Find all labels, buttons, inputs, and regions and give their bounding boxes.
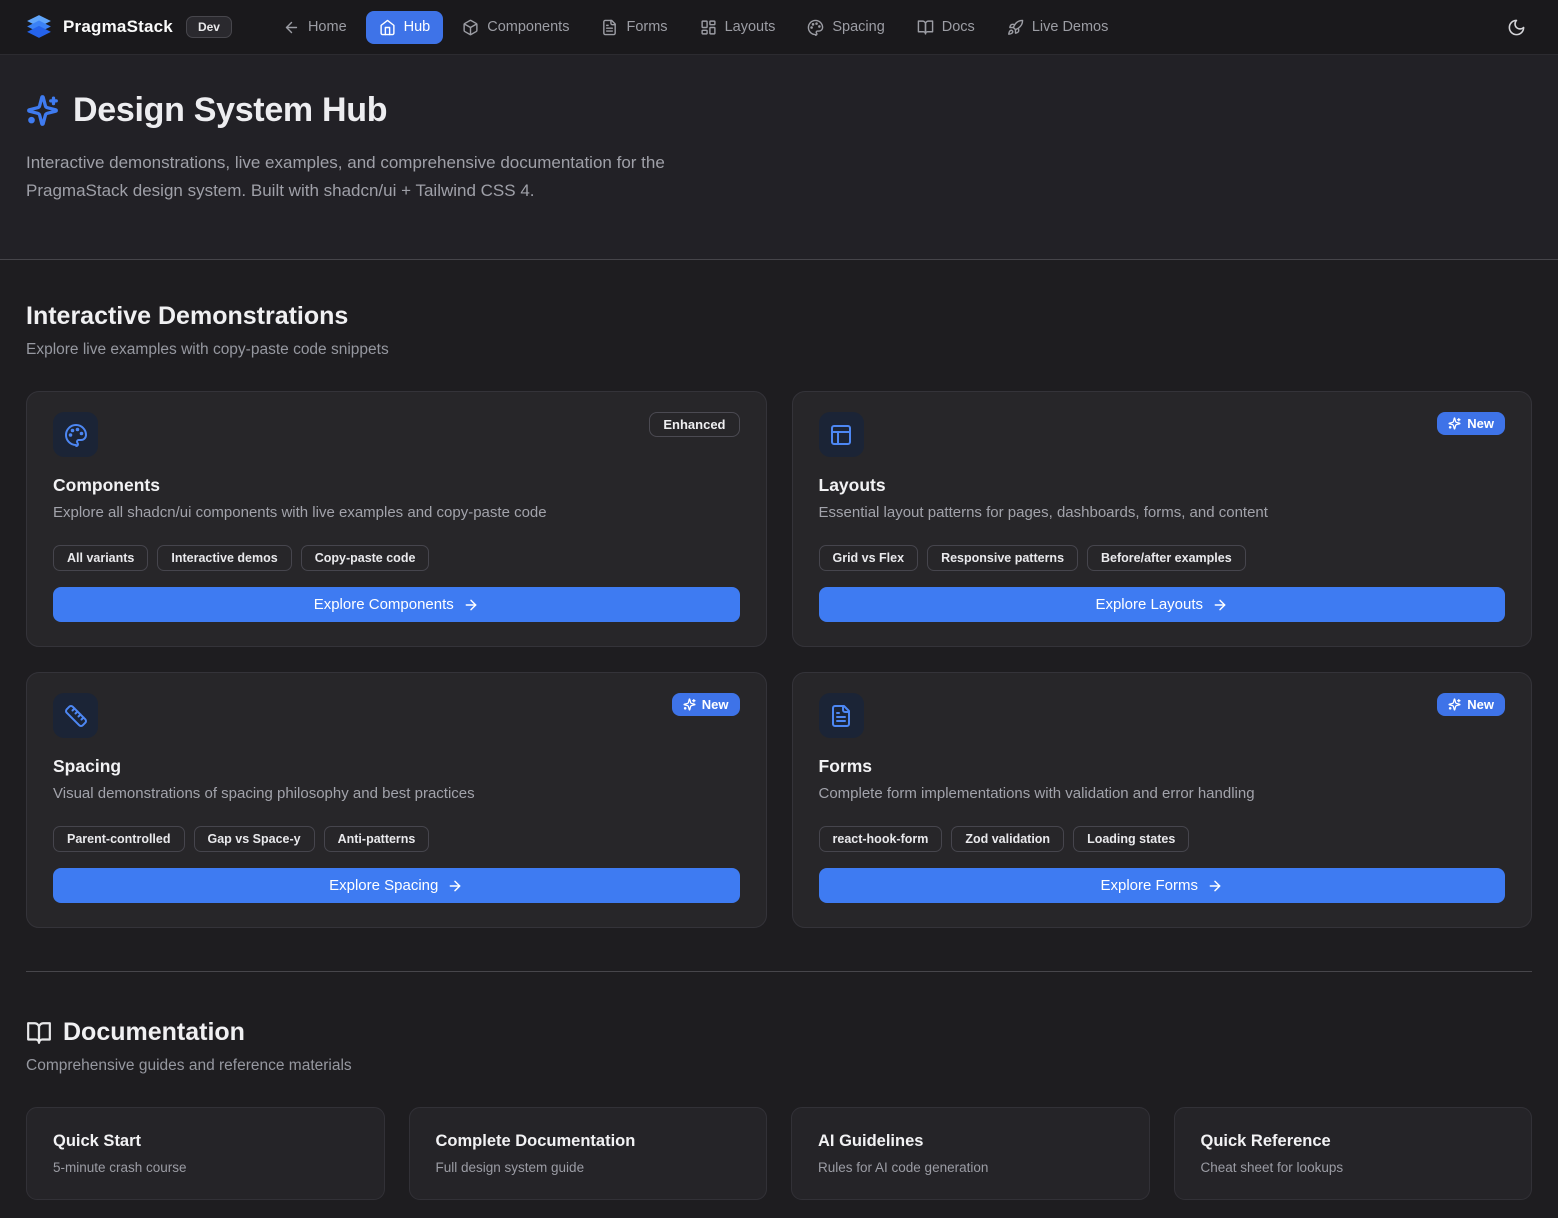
tag: Responsive patterns: [927, 545, 1078, 571]
sparkles-icon: [26, 94, 59, 127]
card-title: Spacing: [53, 756, 740, 777]
env-badge: Dev: [186, 16, 232, 38]
main-content: Interactive Demonstrations Explore live …: [0, 260, 1558, 1200]
explore-spacing-button[interactable]: Explore Spacing: [53, 868, 740, 903]
arrow-right-icon: [463, 597, 479, 613]
demos-subheading: Explore live examples with copy-paste co…: [26, 341, 1532, 359]
arrow-right-icon: [1207, 878, 1223, 894]
nav-item-home[interactable]: Home: [270, 11, 360, 44]
doc-card-quick-reference[interactable]: Quick Reference Cheat sheet for lookups: [1174, 1107, 1533, 1200]
doc-card-ai-guidelines[interactable]: AI Guidelines Rules for AI code generati…: [791, 1107, 1150, 1200]
enhanced-badge: Enhanced: [649, 412, 739, 437]
nav-item-layouts[interactable]: Layouts: [687, 11, 789, 44]
explore-forms-button[interactable]: Explore Forms: [819, 868, 1506, 903]
card-description: Visual demonstrations of spacing philoso…: [53, 785, 740, 802]
tag: Parent-controlled: [53, 826, 185, 852]
file-text-icon: [819, 693, 864, 738]
card-title: Components: [53, 475, 740, 496]
doc-card-grid: Quick Start 5-minute crash course Comple…: [26, 1107, 1532, 1200]
arrow-right-icon: [1212, 597, 1228, 613]
arrow-left-icon: [283, 19, 300, 36]
panels-top-left-icon: [819, 412, 864, 457]
explore-components-button[interactable]: Explore Components: [53, 587, 740, 622]
demos-section: Interactive Demonstrations Explore live …: [26, 260, 1532, 928]
demos-heading: Interactive Demonstrations: [26, 302, 1532, 331]
sparkles-icon: [1448, 417, 1461, 430]
doc-card-description: 5-minute crash course: [53, 1160, 358, 1175]
page-title: Design System Hub: [73, 91, 387, 130]
tag: Zod validation: [951, 826, 1064, 852]
home-icon: [379, 19, 396, 36]
demo-card-spacing: New Spacing Visual demonstrations of spa…: [26, 672, 767, 928]
rocket-icon: [1007, 19, 1024, 36]
tag: Gap vs Space-y: [194, 826, 315, 852]
tag-list: All variants Interactive demos Copy-past…: [53, 545, 740, 571]
tag: Copy-paste code: [301, 545, 430, 571]
page-subtitle: Interactive demonstrations, live example…: [26, 149, 771, 205]
brand[interactable]: PragmaStack Dev: [26, 14, 232, 40]
doc-card-description: Rules for AI code generation: [818, 1160, 1123, 1175]
main-nav: Home Hub Components Forms Layouts Spacin…: [270, 11, 1121, 44]
palette-icon: [807, 19, 824, 36]
tag: react-hook-form: [819, 826, 943, 852]
doc-card-title: AI Guidelines: [818, 1132, 1123, 1151]
box-icon: [462, 19, 479, 36]
demo-card-components: Enhanced Components Explore all shadcn/u…: [26, 391, 767, 647]
demo-card-forms: New Forms Complete form implementations …: [792, 672, 1533, 928]
sparkles-icon: [683, 698, 696, 711]
docs-section: Documentation Comprehensive guides and r…: [26, 972, 1532, 1200]
file-text-icon: [601, 19, 618, 36]
doc-card-quick-start[interactable]: Quick Start 5-minute crash course: [26, 1107, 385, 1200]
layout-dashboard-icon: [700, 19, 717, 36]
demo-card-grid: Enhanced Components Explore all shadcn/u…: [26, 391, 1532, 928]
card-title: Forms: [819, 756, 1506, 777]
nav-item-live-demos[interactable]: Live Demos: [994, 11, 1122, 44]
hero-section: Design System Hub Interactive demonstrat…: [0, 55, 1558, 260]
nav-item-forms[interactable]: Forms: [588, 11, 680, 44]
book-open-icon: [917, 19, 934, 36]
doc-card-title: Quick Reference: [1201, 1132, 1506, 1151]
card-description: Complete form implementations with valid…: [819, 785, 1506, 802]
card-description: Essential layout patterns for pages, das…: [819, 504, 1506, 521]
nav-item-hub[interactable]: Hub: [366, 11, 444, 44]
tag: Grid vs Flex: [819, 545, 919, 571]
tag: Loading states: [1073, 826, 1189, 852]
docs-heading: Documentation: [26, 1018, 1532, 1047]
theme-toggle-button[interactable]: [1501, 12, 1532, 43]
doc-card-description: Full design system guide: [436, 1160, 741, 1175]
book-open-icon: [26, 1020, 52, 1046]
card-description: Explore all shadcn/ui components with li…: [53, 504, 740, 521]
ruler-icon: [53, 693, 98, 738]
nav-item-components[interactable]: Components: [449, 11, 582, 44]
new-badge: New: [1437, 412, 1505, 435]
nav-item-spacing[interactable]: Spacing: [794, 11, 897, 44]
doc-card-title: Quick Start: [53, 1132, 358, 1151]
new-badge: New: [672, 693, 740, 716]
nav-item-docs[interactable]: Docs: [904, 11, 988, 44]
arrow-right-icon: [447, 878, 463, 894]
explore-layouts-button[interactable]: Explore Layouts: [819, 587, 1506, 622]
tag: All variants: [53, 545, 148, 571]
tag: Before/after examples: [1087, 545, 1246, 571]
doc-card-title: Complete Documentation: [436, 1132, 741, 1151]
sparkles-icon: [1448, 698, 1461, 711]
tag: Anti-patterns: [324, 826, 430, 852]
card-title: Layouts: [819, 475, 1506, 496]
doc-card-complete-documentation[interactable]: Complete Documentation Full design syste…: [409, 1107, 768, 1200]
demo-card-layouts: New Layouts Essential layout patterns fo…: [792, 391, 1533, 647]
moon-icon: [1507, 18, 1526, 37]
docs-subheading: Comprehensive guides and reference mater…: [26, 1057, 1532, 1075]
tag-list: Grid vs Flex Responsive patterns Before/…: [819, 545, 1506, 571]
new-badge: New: [1437, 693, 1505, 716]
layers-logo-icon: [26, 14, 52, 40]
tag: Interactive demos: [157, 545, 291, 571]
doc-card-description: Cheat sheet for lookups: [1201, 1160, 1506, 1175]
tag-list: react-hook-form Zod validation Loading s…: [819, 826, 1506, 852]
navbar: PragmaStack Dev Home Hub Components Form…: [0, 0, 1558, 55]
palette-icon: [53, 412, 98, 457]
tag-list: Parent-controlled Gap vs Space-y Anti-pa…: [53, 826, 740, 852]
brand-name: PragmaStack: [63, 17, 173, 37]
